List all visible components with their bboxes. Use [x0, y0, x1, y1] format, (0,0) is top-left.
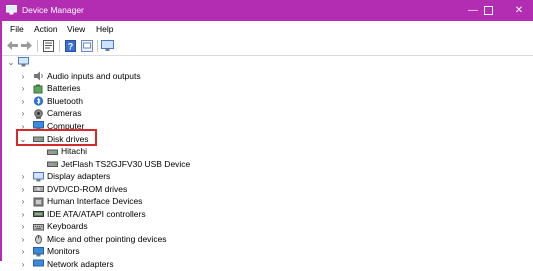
chevron-right-icon[interactable]: ›: [19, 222, 27, 232]
scan-hardware-button[interactable]: [101, 39, 114, 52]
tree-item-network-adapters[interactable]: › Network adapters: [2, 258, 533, 271]
battery-icon: [33, 84, 43, 93]
tree-item-label: Keyboards: [47, 221, 88, 231]
computer-icon: [18, 57, 29, 67]
tree-item-label: DVD/CD-ROM drives: [47, 183, 128, 194]
menu-help[interactable]: Help: [96, 24, 113, 34]
update-driver-button[interactable]: [80, 39, 93, 52]
chevron-right-icon[interactable]: ›: [19, 209, 27, 219]
disk-drive-icon: [47, 149, 58, 155]
tree-item-label: Human Interface Devices: [47, 196, 143, 206]
device-manager-icon: [6, 5, 17, 15]
mouse-icon: [35, 235, 42, 244]
svg-text:?: ?: [68, 41, 74, 51]
display-adapter-icon: [33, 171, 44, 181]
title-bar[interactable]: Device Manager — ✕: [2, 0, 533, 21]
chevron-down-icon[interactable]: ⌄: [7, 57, 15, 67]
camera-icon: [34, 108, 43, 119]
toolbar-separator: [59, 40, 60, 52]
tree-item-bluetooth[interactable]: › Bluetooth: [2, 95, 533, 108]
chevron-right-icon[interactable]: ›: [19, 172, 27, 182]
menu-action[interactable]: Action: [34, 24, 58, 34]
chevron-right-icon[interactable]: ›: [19, 109, 27, 119]
device-manager-window: Device Manager — ✕ File Action View Help…: [0, 0, 533, 269]
chevron-right-icon[interactable]: ›: [19, 197, 27, 207]
bluetooth-icon: [33, 96, 44, 106]
update-icon: [80, 39, 93, 52]
chevron-right-icon[interactable]: ›: [19, 84, 27, 94]
toolbar-separator: [97, 40, 98, 52]
tree-child-hitachi[interactable]: Hitachi: [2, 146, 533, 159]
device-tree: ⌄ › Audio inputs and outputs › Batteries…: [2, 56, 533, 269]
properties-button[interactable]: [42, 39, 55, 52]
tree-item-label: Network adapters: [47, 258, 114, 269]
tree-item-monitors[interactable]: › Monitors: [2, 246, 533, 259]
tree-item-mice[interactable]: › Mice and other pointing devices: [2, 233, 533, 246]
disk-drives-highlight-box: [16, 129, 97, 146]
dvd-drive-icon: [33, 186, 44, 192]
tree-item-cameras[interactable]: › Cameras: [2, 108, 533, 121]
tree-item-label: Display adapters: [47, 171, 111, 181]
back-button[interactable]: [6, 39, 19, 52]
help-button[interactable]: ?: [64, 39, 77, 52]
chevron-right-icon[interactable]: ›: [19, 96, 27, 106]
monitor-icon: [101, 39, 114, 51]
help-icon: ?: [65, 39, 76, 52]
menu-view[interactable]: View: [67, 24, 85, 34]
chevron-right-icon[interactable]: ›: [19, 71, 27, 81]
ide-controller-icon: [33, 211, 44, 217]
tree-item-label: JetFlash TS2GJFV30 USB Device: [61, 158, 191, 169]
tree-item-label: Batteries: [47, 83, 81, 93]
chevron-right-icon[interactable]: ›: [19, 234, 27, 244]
speaker-icon: [34, 71, 43, 81]
tree-item-label: Monitors: [47, 246, 80, 256]
tree-child-jetflash[interactable]: JetFlash TS2GJFV30 USB Device: [2, 158, 533, 171]
tree-item-keyboards[interactable]: › Keyboards: [2, 221, 533, 234]
tree-item-label: IDE ATA/ATAPI controllers: [47, 208, 146, 219]
keyboard-icon: [33, 223, 44, 230]
chevron-right-icon[interactable]: ›: [19, 184, 27, 194]
menu-bar: File Action View Help: [2, 21, 533, 37]
maximize-icon: [483, 6, 493, 15]
menu-file[interactable]: File: [10, 24, 24, 34]
forward-arrow-icon: [21, 41, 32, 50]
forward-button[interactable]: [20, 39, 33, 52]
toolbar: ?: [2, 37, 533, 56]
back-arrow-icon: [7, 41, 18, 50]
tree-item-label: Bluetooth: [47, 95, 83, 106]
tree-item-ide-controllers[interactable]: › IDE ATA/ATAPI controllers: [2, 208, 533, 221]
tree-item-display-adapters[interactable]: › Display adapters: [2, 171, 533, 184]
tree-root[interactable]: ⌄: [2, 56, 533, 69]
tree-item-hid[interactable]: › Human Interface Devices: [2, 196, 533, 209]
tree-item-label: Hitachi: [61, 146, 87, 156]
tree-item-batteries[interactable]: › Batteries: [2, 83, 533, 96]
hid-icon: [33, 197, 44, 206]
tree-item-label: Cameras: [47, 108, 82, 118]
toolbar-separator: [37, 40, 38, 52]
tree-item-dvd-drives[interactable]: › DVD/CD-ROM drives: [2, 183, 533, 196]
properties-icon: [43, 39, 54, 52]
tree-item-audio[interactable]: › Audio inputs and outputs: [2, 70, 533, 83]
tree-item-label: Mice and other pointing devices: [47, 233, 167, 244]
window-title: Device Manager: [22, 5, 84, 15]
tree-item-label: Audio inputs and outputs: [47, 70, 141, 81]
chevron-right-icon[interactable]: ›: [19, 247, 27, 257]
close-button[interactable]: ✕: [499, 0, 533, 21]
disk-drive-icon: [47, 161, 58, 167]
monitor-icon: [33, 246, 44, 256]
